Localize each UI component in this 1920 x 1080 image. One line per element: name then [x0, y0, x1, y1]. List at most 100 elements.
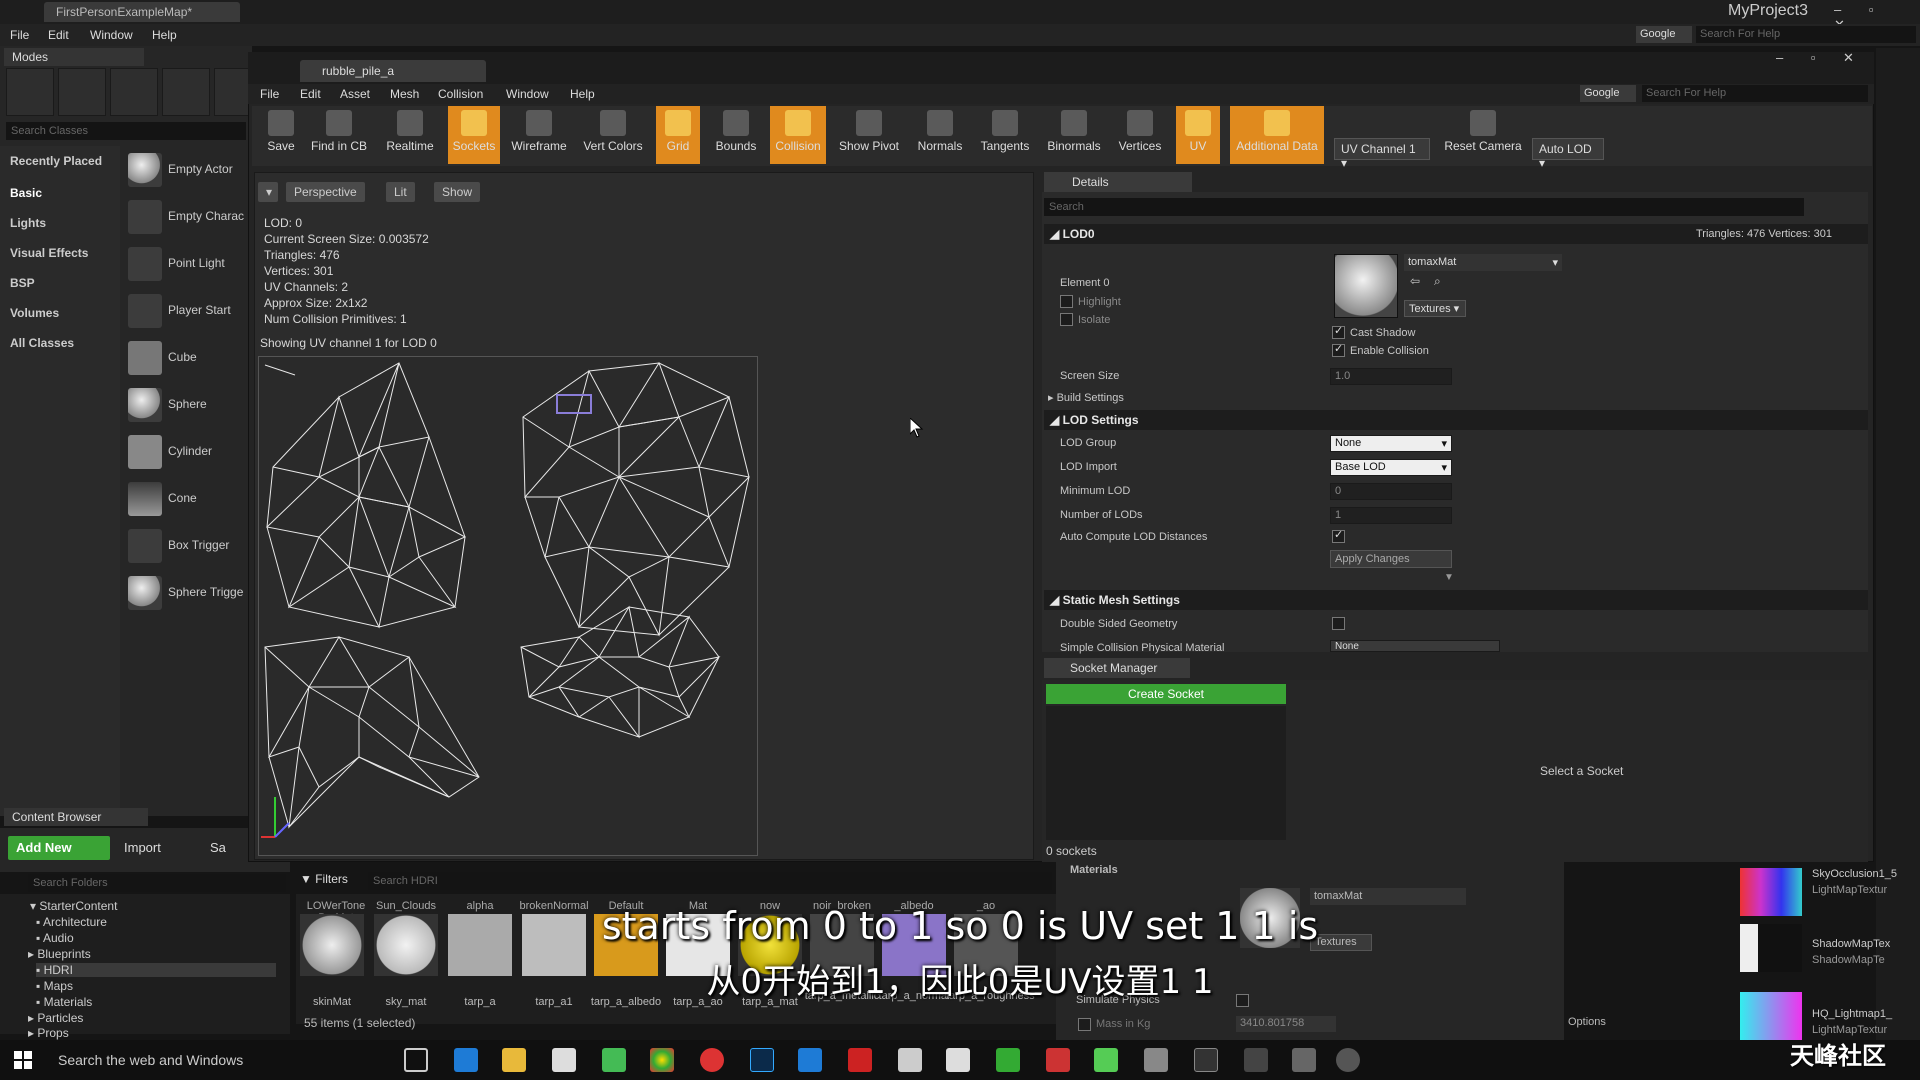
- cat-basic[interactable]: Basic: [10, 186, 42, 200]
- mode-item-player-start[interactable]: Player Start: [126, 291, 252, 331]
- highlight-checkbox[interactable]: [1060, 295, 1073, 308]
- find-in-cb-button[interactable]: Find in CB: [308, 106, 370, 164]
- app-icon[interactable]: [1144, 1048, 1168, 1072]
- lod-group-dropdown[interactable]: None ▾: [1330, 435, 1452, 452]
- isolate-checkbox[interactable]: [1060, 313, 1073, 326]
- screen-size-field[interactable]: 1.0: [1330, 368, 1452, 385]
- add-new-button[interactable]: Add New: [8, 836, 110, 860]
- build-settings-row[interactable]: ▸ Build Settings: [1048, 391, 1124, 404]
- menu-file[interactable]: File: [10, 28, 29, 42]
- sockets-toggle[interactable]: Sockets: [448, 106, 500, 164]
- asset-search-input[interactable]: Search HDRI: [368, 872, 1052, 890]
- auto-compute-lod-checkbox[interactable]: [1332, 528, 1345, 543]
- mesh-menu-edit[interactable]: Edit: [300, 87, 321, 101]
- mesh-menu-help[interactable]: Help: [570, 87, 595, 101]
- mode-item-cube[interactable]: Cube: [126, 338, 252, 378]
- epic-launcher-icon[interactable]: [1194, 1048, 1218, 1072]
- map-tab[interactable]: FirstPersonExampleMap*: [44, 2, 240, 22]
- browse-search-icon[interactable]: ⌕: [1434, 274, 1441, 289]
- lit-button[interactable]: Lit: [386, 182, 415, 202]
- cast-shadow-checkbox[interactable]: [1332, 324, 1345, 339]
- acrobat-icon[interactable]: [848, 1048, 872, 1072]
- vertices-toggle[interactable]: Vertices: [1112, 106, 1168, 164]
- mesh-menu-file[interactable]: File: [260, 87, 279, 101]
- folder-search-input[interactable]: Search Folders: [28, 874, 286, 892]
- normals-toggle[interactable]: Normals: [912, 106, 968, 164]
- mass-override-checkbox[interactable]: [1078, 1018, 1091, 1031]
- foliage-mode-icon[interactable]: [162, 68, 210, 116]
- mass-field[interactable]: 3410.801758: [1236, 1016, 1336, 1032]
- additional-data-toggle[interactable]: Additional Data: [1230, 106, 1324, 164]
- search-classes-input[interactable]: Search Classes: [6, 122, 246, 140]
- uv-toggle[interactable]: UV: [1176, 106, 1220, 164]
- cat-bsp[interactable]: BSP: [10, 276, 35, 290]
- app-icon[interactable]: [1094, 1048, 1118, 1072]
- mode-item-empty-actor[interactable]: Empty Actor: [126, 150, 252, 190]
- mode-item-point-light[interactable]: Point Light: [126, 244, 252, 284]
- folder-item[interactable]: ▸ Props: [28, 1026, 69, 1040]
- help-search-input[interactable]: Search For Help: [1696, 26, 1916, 43]
- bounds-toggle[interactable]: Bounds: [710, 106, 762, 164]
- details-search-input[interactable]: Search: [1044, 198, 1804, 216]
- mesh-help-search-input[interactable]: Search For Help: [1642, 85, 1868, 102]
- number-of-lods-field[interactable]: 1: [1330, 507, 1452, 524]
- app-icon[interactable]: [798, 1048, 822, 1072]
- material-dropdown[interactable]: tomaxMat: [1310, 888, 1466, 905]
- reset-camera-button[interactable]: Reset Camera: [1440, 106, 1526, 164]
- mode-item-cylinder[interactable]: Cylinder: [126, 432, 252, 472]
- cat-visual-effects[interactable]: Visual Effects: [10, 246, 88, 260]
- auto-lod-dropdown[interactable]: Auto LOD ▾: [1532, 138, 1604, 170]
- simple-collision-material-dropdown[interactable]: None: [1330, 640, 1500, 652]
- mode-item-sphere[interactable]: Sphere: [126, 385, 252, 425]
- menu-edit[interactable]: Edit: [48, 28, 69, 42]
- textures-dropdown[interactable]: Textures ▾: [1404, 300, 1466, 317]
- file-explorer-icon[interactable]: [502, 1048, 526, 1072]
- task-view-icon[interactable]: [404, 1048, 428, 1072]
- material-thumbnail[interactable]: [1334, 254, 1398, 318]
- filters-button[interactable]: ▼ Filters: [300, 872, 348, 886]
- minimum-lod-field[interactable]: 0: [1330, 483, 1452, 500]
- windows-start-icon[interactable]: [14, 1051, 32, 1069]
- place-mode-icon[interactable]: [6, 68, 54, 116]
- photoshop-icon[interactable]: [750, 1048, 774, 1072]
- modes-tab[interactable]: Modes: [4, 48, 144, 66]
- binormals-toggle[interactable]: Binormals: [1044, 106, 1104, 164]
- landscape-mode-icon[interactable]: [110, 68, 158, 116]
- app-icon[interactable]: [996, 1048, 1020, 1072]
- save-button[interactable]: Save: [258, 106, 304, 164]
- content-browser-tab[interactable]: Content Browser: [4, 808, 148, 826]
- mesh-window-controls[interactable]: – ▫ ✕: [1776, 50, 1866, 66]
- mode-item-box-trigger[interactable]: Box Trigger: [126, 526, 252, 566]
- photos-icon[interactable]: [898, 1048, 922, 1072]
- perspective-button[interactable]: Perspective: [286, 182, 365, 202]
- viewport-options-button[interactable]: ▾: [258, 182, 278, 202]
- mode-item-empty-character[interactable]: Empty Charac: [126, 197, 252, 237]
- app-icon[interactable]: [1046, 1048, 1070, 1072]
- itunes-icon[interactable]: [700, 1048, 724, 1072]
- edge-icon[interactable]: [454, 1048, 478, 1072]
- tangents-toggle[interactable]: Tangents: [976, 106, 1034, 164]
- app-icon[interactable]: [946, 1048, 970, 1072]
- enable-collision-checkbox[interactable]: [1332, 342, 1345, 357]
- taskbar-search[interactable]: Search the web and Windows: [58, 1052, 243, 1068]
- save-all-button[interactable]: Sa: [210, 840, 226, 855]
- cat-recently-placed[interactable]: Recently Placed: [10, 154, 102, 168]
- socket-manager-tab[interactable]: Socket Manager: [1044, 658, 1190, 678]
- lod-import-dropdown[interactable]: Base LOD ▾: [1330, 459, 1452, 476]
- menu-window[interactable]: Window: [90, 28, 133, 42]
- app-icon[interactable]: [602, 1048, 626, 1072]
- mesh-menu-collision[interactable]: Collision: [438, 87, 483, 101]
- cat-lights[interactable]: Lights: [10, 216, 46, 230]
- double-sided-checkbox[interactable]: [1332, 617, 1345, 630]
- wireframe-toggle[interactable]: Wireframe: [508, 106, 570, 164]
- cat-volumes[interactable]: Volumes: [10, 306, 59, 320]
- create-socket-button[interactable]: Create Socket: [1046, 684, 1286, 704]
- show-button[interactable]: Show: [434, 182, 481, 202]
- show-pivot-toggle[interactable]: Show Pivot: [836, 106, 902, 164]
- realtime-button[interactable]: Realtime: [382, 106, 438, 164]
- settings-icon[interactable]: [1244, 1048, 1268, 1072]
- use-selected-arrow-icon[interactable]: ⇦: [1410, 274, 1420, 288]
- uv-channel-dropdown[interactable]: UV Channel 1 ▾: [1334, 138, 1430, 170]
- mesh-menu-mesh[interactable]: Mesh: [390, 87, 419, 101]
- grid-toggle[interactable]: Grid: [656, 106, 700, 164]
